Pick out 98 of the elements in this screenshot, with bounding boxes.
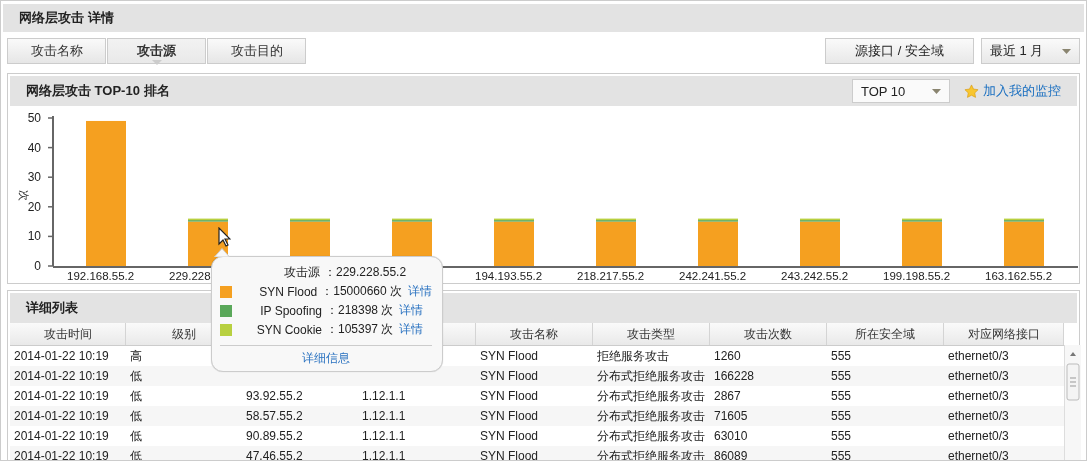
table-cell: 90.89.55.2 <box>246 429 303 443</box>
table-cell: 2014-01-22 10:19 <box>14 409 109 423</box>
tab[interactable]: 攻击目的 <box>207 38 306 64</box>
series-name: IP Spoofing <box>259 303 322 318</box>
series-count: ：15000660 次 <box>321 283 402 300</box>
column-header[interactable]: 攻击名称 <box>476 323 593 345</box>
table-cell: 分布式拒绝服务攻击 <box>597 367 705 385</box>
column-header[interactable]: 攻击类型 <box>593 323 710 345</box>
table-cell: ethernet0/3 <box>948 449 1009 460</box>
table-cell: 555 <box>831 389 852 403</box>
table-cell: 低 <box>130 407 142 425</box>
more-info-link[interactable]: 详细信息 <box>302 351 350 365</box>
tab[interactable]: 攻击名称 <box>7 38 106 64</box>
table-cell: 555 <box>831 449 852 460</box>
table-cell: 1260 <box>714 349 741 363</box>
panel-title: 网络层攻击 TOP-10 排名 <box>26 82 170 100</box>
category-label: 242.241.55.2 <box>679 270 747 282</box>
table-cell: 555 <box>831 409 852 423</box>
series-count: ：218398 次 <box>326 302 394 319</box>
scroll-up-icon[interactable] <box>1070 352 1076 356</box>
category-label: 199.198.55.2 <box>883 270 951 282</box>
series-name: SYN Flood <box>258 284 318 299</box>
table-cell: SYN Flood <box>480 349 539 363</box>
table-cell: ethernet0/3 <box>948 349 1009 363</box>
table-cell: 2014-01-22 10:19 <box>14 429 109 443</box>
table-cell: 2014-01-22 10:19 <box>14 349 109 363</box>
table-cell: 555 <box>831 349 852 363</box>
table-cell: 拒绝服务攻击 <box>597 347 669 365</box>
category-label: 243.242.55.2 <box>781 270 849 282</box>
table-cell: 低 <box>130 387 142 405</box>
table-cell: 2014-01-22 10:19 <box>14 369 109 383</box>
tick-label: 30 <box>27 170 41 185</box>
table-cell: 166228 <box>714 369 755 383</box>
interface-button[interactable]: 源接口 / 安全域 <box>825 38 974 64</box>
table-cell: 2014-01-22 10:19 <box>14 389 109 403</box>
column-header[interactable]: 攻击时间 <box>10 323 126 345</box>
table-cell: SYN Flood <box>480 429 539 443</box>
table-cell: 2867 <box>714 389 741 403</box>
table-cell: 58.57.55.2 <box>246 409 303 423</box>
table-cell: SYN Flood <box>480 449 539 460</box>
table-cell: SYN Flood <box>480 409 539 423</box>
panel-title: 详细列表 <box>26 299 78 317</box>
tick-label: 0 <box>34 259 41 273</box>
category-label: 194.193.55.2 <box>475 270 543 282</box>
tooltip-value: ：229.228.55.2 <box>324 264 407 281</box>
table-cell: ethernet0/3 <box>948 389 1009 403</box>
top-select[interactable]: TOP 10 <box>852 79 950 103</box>
series-count: ：105397 次 <box>326 321 394 338</box>
table-cell: 71605 <box>714 409 748 423</box>
category-label: 163.162.55.2 <box>985 270 1053 282</box>
table-cell: 1.12.1.1 <box>362 389 406 403</box>
details-link[interactable]: 详情 <box>399 302 424 319</box>
caret-icon <box>1062 48 1071 54</box>
table-cell: 低 <box>130 367 142 385</box>
table-cell: ethernet0/3 <box>948 409 1009 423</box>
period-select[interactable]: 最近 1 月 <box>981 38 1080 64</box>
scrollbar[interactable] <box>1064 345 1081 460</box>
table-cell: 1.12.1.1 <box>362 449 406 460</box>
table-cell: SYN Flood <box>480 389 539 403</box>
table-cell: 分布式拒绝服务攻击 <box>597 427 705 445</box>
page-title: 网络层攻击 详情 <box>19 9 114 27</box>
add-monitor-link[interactable]: 加入我的监控 <box>964 82 1061 100</box>
table-cell: 86089 <box>714 449 748 460</box>
category-label: 218.217.55.2 <box>577 270 645 282</box>
tooltip-label: 攻击源 <box>283 264 320 281</box>
table-cell: 555 <box>831 429 852 443</box>
star-icon <box>964 83 979 99</box>
caret-icon <box>932 88 941 94</box>
table-cell: ethernet0/3 <box>948 429 1009 443</box>
tick-label: 50 <box>27 111 41 125</box>
details-link[interactable]: 详情 <box>399 321 424 338</box>
column-header[interactable]: 所在安全域 <box>827 323 944 345</box>
table-cell: 1.12.1.1 <box>362 409 406 423</box>
scroll-thumb[interactable] <box>1066 363 1080 401</box>
column-header[interactable]: 对应网络接口 <box>944 323 1064 345</box>
table-cell: 2014-01-22 10:19 <box>14 449 109 460</box>
tick-label: 10 <box>27 229 41 244</box>
tick-label: 40 <box>27 140 41 155</box>
table-cell: 分布式拒绝服务攻击 <box>597 407 705 425</box>
table-cell: 63010 <box>714 429 748 443</box>
table-cell: 分布式拒绝服务攻击 <box>597 387 705 405</box>
tick-label: 20 <box>27 199 41 214</box>
table-cell: ethernet0/3 <box>948 369 1009 383</box>
table-cell: 低 <box>130 427 142 445</box>
table-cell: 47.46.55.2 <box>246 449 303 460</box>
cursor-icon <box>218 227 231 247</box>
column-header[interactable]: 攻击次数 <box>710 323 827 345</box>
table-cell: 93.92.55.2 <box>246 389 303 403</box>
table-cell: 高 <box>130 347 142 365</box>
table-cell: SYN Flood <box>480 369 539 383</box>
details-link[interactable]: 详情 <box>408 283 432 300</box>
table-cell: 555 <box>831 369 852 383</box>
table-cell: 1.12.1.1 <box>362 429 406 443</box>
category-label: 192.168.55.2 <box>67 270 135 282</box>
category-label: 229.228 <box>169 270 211 282</box>
series-name: SYN Cookie <box>255 322 322 337</box>
tab[interactable]: 攻击源 <box>107 38 206 64</box>
axis-title: 次 <box>18 190 30 201</box>
